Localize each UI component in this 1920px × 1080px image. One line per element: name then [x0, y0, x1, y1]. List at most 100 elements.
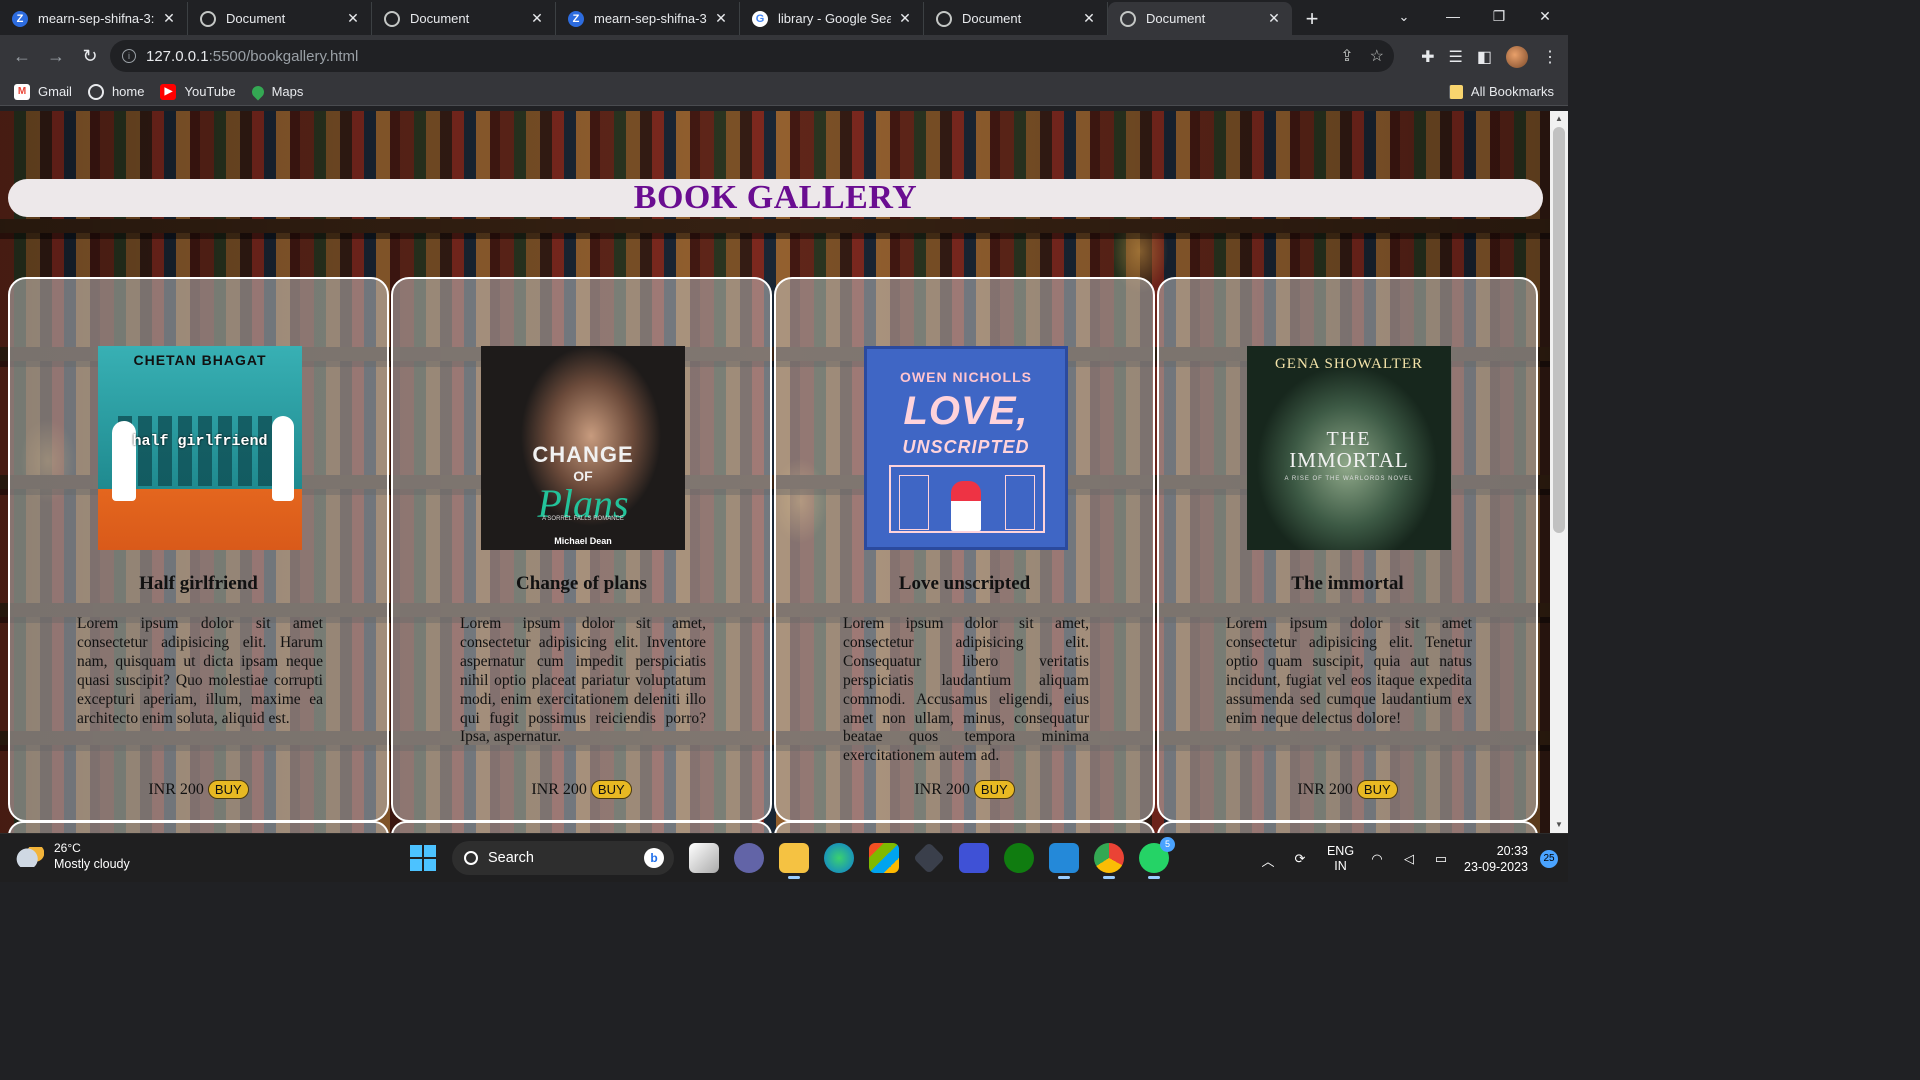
task-view-icon[interactable]	[689, 843, 719, 873]
xbox-icon[interactable]	[1004, 843, 1034, 873]
minimize-button[interactable]: —	[1430, 0, 1476, 33]
share-icon[interactable]: ⇪	[1340, 46, 1353, 66]
start-windows-icon[interactable]	[410, 845, 436, 871]
book-cover-image: OWEN NICHOLLS LOVE, UNSCRIPTED	[864, 346, 1068, 550]
close-window-button[interactable]: ✕	[1522, 0, 1568, 33]
book-cover-image: CHETAN BHAGAT half girlfriend	[98, 346, 302, 550]
taskbar-search[interactable]: Search b	[452, 841, 674, 875]
google-icon: G	[752, 10, 768, 27]
teams-chat-icon[interactable]	[734, 843, 764, 873]
gmail-icon: M	[14, 83, 30, 100]
zoom-icon: Z	[12, 10, 28, 27]
chevron-up-icon[interactable]: ︿	[1259, 851, 1277, 869]
browser-tab[interactable]: Z mearn-sep-shifna-3:3 ✕	[0, 2, 188, 35]
scroll-down-arrow-icon[interactable]: ▼	[1550, 817, 1568, 833]
book-description: Lorem ipsum dolor sit amet, consectetur …	[460, 615, 706, 746]
edge-icon[interactable]	[824, 843, 854, 873]
buy-button[interactable]: BUY	[973, 780, 1015, 799]
browser-tab[interactable]: Z mearn-sep-shifna-3:3 ✕	[556, 2, 740, 35]
notification-badge[interactable]: 25	[1540, 849, 1558, 868]
notes-app-icon[interactable]	[959, 843, 989, 873]
page-viewport: BOOK GALLERY CHETAN BHAGAT half girlfrie…	[0, 111, 1550, 833]
book-title: Half girlfriend	[139, 573, 258, 594]
bookmark-maps[interactable]: Maps	[249, 83, 304, 100]
address-bar[interactable]: i 127.0.0.1:5500/bookgallery.html ⇪ ☆	[110, 40, 1394, 72]
site-info-icon[interactable]: i	[122, 49, 136, 63]
buy-button[interactable]: BUY	[1356, 780, 1398, 799]
back-arrow-icon[interactable]: ←	[6, 41, 38, 73]
book-cards: CHETAN BHAGAT half girlfriend Half girlf…	[8, 277, 1538, 822]
bookmark-label: YouTube	[184, 84, 236, 99]
weather-desc: Mostly cloudy	[54, 857, 130, 871]
all-bookmarks[interactable]: All Bookmarks	[1448, 84, 1554, 99]
volume-icon[interactable]: ◁	[1400, 851, 1418, 867]
tab-title: Document	[962, 11, 1022, 26]
sync-icon[interactable]: ⟳	[1291, 851, 1309, 867]
new-tab-button[interactable]: +	[1292, 2, 1332, 35]
cover-series: A RISE OF THE WARLORDS NOVEL	[1284, 476, 1414, 482]
clock-date: 23-09-2023	[1464, 859, 1528, 874]
file-explorer-icon[interactable]	[779, 843, 809, 879]
bookmark-gmail[interactable]: M Gmail	[14, 83, 72, 100]
cover-author: OWEN NICHOLLS	[900, 369, 1032, 385]
close-icon[interactable]: ✕	[161, 10, 177, 27]
clock[interactable]: 20:33 23-09-2023	[1464, 843, 1528, 875]
tab-search-chevron-icon[interactable]: ⌄	[1392, 0, 1416, 33]
bookmark-home[interactable]: home	[87, 83, 145, 100]
cover-author: CHETAN BHAGAT	[133, 352, 267, 368]
buy-button[interactable]: BUY	[207, 780, 249, 799]
scrollbar-thumb[interactable]	[1553, 127, 1565, 533]
github-desktop-icon[interactable]	[913, 842, 945, 874]
language-indicator[interactable]: ENG IN	[1327, 844, 1354, 874]
extensions-icon[interactable]: ✚	[1421, 47, 1434, 67]
lang-region: IN	[1334, 858, 1347, 873]
url-host: 127.0.0.1	[146, 47, 209, 65]
book-card: CHETAN BHAGAT half girlfriend Half girlf…	[8, 277, 389, 822]
browser-tab-active[interactable]: Document ✕	[1108, 2, 1292, 35]
toolbar-actions: ✚ ☰ ◧ ⋮	[1421, 35, 1558, 78]
close-icon[interactable]: ✕	[1081, 10, 1097, 27]
cover-title: IMMORTAL	[1289, 448, 1409, 472]
price-row: INR 200 BUY	[776, 780, 1153, 799]
bing-icon[interactable]: b	[644, 848, 664, 868]
menu-icon[interactable]: ⋮	[1542, 47, 1558, 67]
browser-tab[interactable]: Document ✕	[188, 2, 372, 35]
buy-button[interactable]: BUY	[590, 780, 632, 799]
bookmark-star-icon[interactable]: ☆	[1370, 46, 1384, 66]
cover-author: Michael Dean	[554, 536, 612, 546]
side-panel-icon[interactable]: ◧	[1477, 47, 1492, 67]
whatsapp-icon[interactable]: 5	[1139, 837, 1175, 879]
forward-arrow-icon[interactable]: →	[40, 41, 72, 73]
cover-subtitle: A SORREL FALLS ROMANCE	[542, 516, 624, 522]
browser-tab[interactable]: G library - Google Searc ✕	[740, 2, 924, 35]
weather-text: 26°C Mostly cloudy	[54, 841, 130, 872]
chrome-icon[interactable]	[1094, 843, 1124, 879]
battery-icon[interactable]: ▭	[1432, 851, 1450, 867]
scroll-up-arrow-icon[interactable]: ▲	[1550, 111, 1568, 127]
microsoft-store-icon[interactable]	[869, 843, 899, 873]
vscode-icon[interactable]	[1049, 843, 1079, 879]
book-price: INR 200	[914, 780, 970, 798]
reload-icon[interactable]: ↻	[74, 41, 106, 73]
wifi-icon[interactable]: ◠	[1368, 851, 1386, 867]
book-title: The immortal	[1291, 573, 1404, 594]
close-icon[interactable]: ✕	[897, 10, 913, 27]
browser-tab[interactable]: Document ✕	[924, 2, 1108, 35]
weather-temp: 26°C	[54, 841, 81, 855]
close-icon[interactable]: ✕	[345, 10, 361, 27]
browser-tab[interactable]: Document ✕	[372, 2, 556, 35]
url-path: :5500/bookgallery.html	[208, 47, 359, 65]
reading-list-icon[interactable]: ☰	[1449, 47, 1463, 67]
bookmark-label: home	[111, 84, 145, 99]
profile-avatar[interactable]	[1506, 45, 1528, 68]
close-icon[interactable]: ✕	[713, 10, 729, 27]
weather-widget[interactable]: 26°C Mostly cloudy	[16, 841, 130, 872]
page-scrollbar[interactable]: ▲ ▼	[1550, 111, 1568, 833]
close-icon[interactable]: ✕	[529, 10, 545, 27]
close-icon[interactable]: ✕	[1266, 10, 1282, 27]
cover-title: LOVE,	[903, 389, 1029, 433]
restore-button[interactable]: ❐	[1476, 0, 1522, 33]
globe-icon	[1120, 10, 1136, 27]
bookmark-label: Maps	[271, 84, 304, 99]
bookmark-youtube[interactable]: ▶ YouTube	[160, 83, 236, 100]
